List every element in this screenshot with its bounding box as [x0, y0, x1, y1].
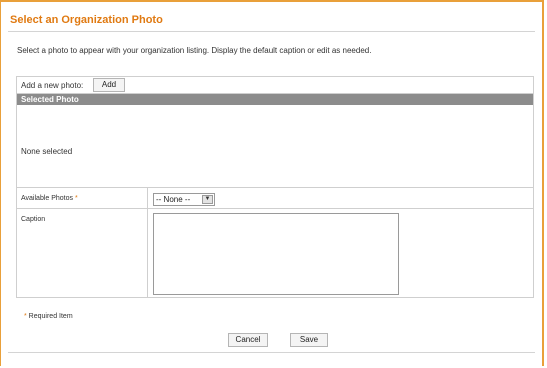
- selected-photo-header: Selected Photo: [17, 94, 533, 105]
- page-title: Select an Organization Photo: [10, 14, 163, 26]
- chevron-down-icon[interactable]: ▼: [202, 195, 213, 204]
- required-item-note: * Required Item: [24, 313, 73, 320]
- photo-panel: Add a new photo: Add Selected Photo None…: [16, 76, 534, 298]
- available-photos-select[interactable]: -- None -- ▼: [153, 193, 215, 206]
- available-photos-label: Available Photos *: [21, 195, 78, 202]
- required-item-text: Required Item: [26, 313, 73, 320]
- required-marker: *: [74, 195, 78, 202]
- row-divider: [17, 187, 533, 188]
- column-divider: [147, 187, 148, 298]
- intro-text: Select a photo to appear with your organ…: [17, 46, 372, 55]
- available-photos-label-text: Available Photos: [21, 195, 74, 202]
- add-photo-row: Add a new photo: Add: [17, 77, 533, 94]
- title-divider: [8, 31, 535, 32]
- caption-textarea[interactable]: [153, 213, 399, 295]
- add-photo-label: Add a new photo:: [21, 81, 84, 90]
- selected-photo-status: None selected: [21, 147, 73, 156]
- save-button[interactable]: Save: [290, 333, 328, 347]
- caption-label: Caption: [21, 216, 46, 223]
- footer-divider: [8, 352, 535, 353]
- add-photo-button[interactable]: Add: [93, 78, 125, 92]
- cancel-button[interactable]: Cancel: [228, 333, 268, 347]
- available-photos-selected-value: -- None --: [156, 195, 191, 204]
- row-divider: [17, 208, 533, 209]
